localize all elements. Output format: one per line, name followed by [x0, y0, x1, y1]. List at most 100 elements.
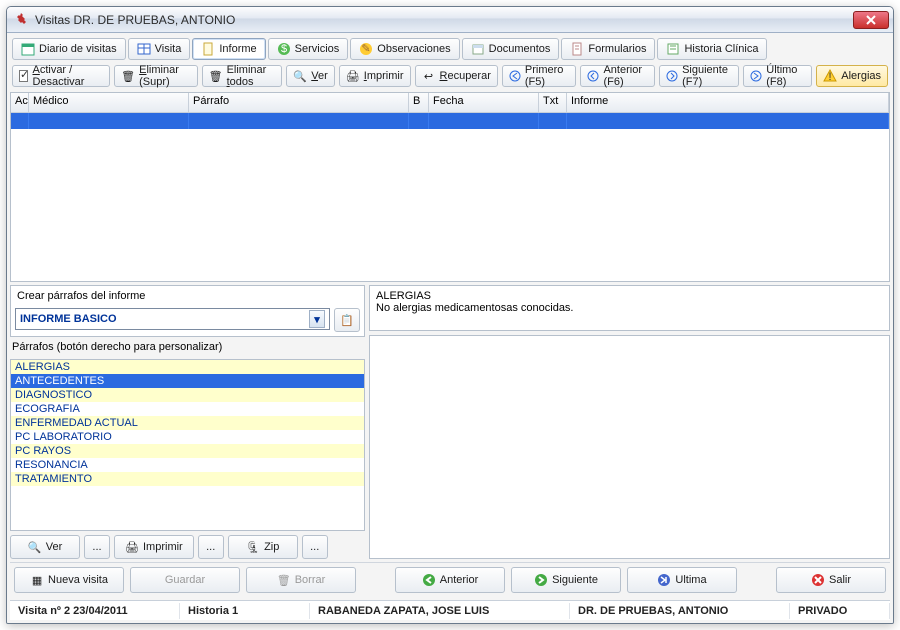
svg-text:!: ! [829, 71, 832, 83]
right-pane: ALERGIAS No alergias medicamentosas cono… [369, 285, 890, 559]
btn-label: Guardar [165, 574, 205, 586]
allergies-button[interactable]: !Alergias [816, 65, 888, 87]
delete-visit-button[interactable]: 🗑Borrar [246, 567, 356, 593]
list-item[interactable]: PC LABORATORIO [11, 430, 364, 444]
print-more-btn[interactable]: ... [198, 535, 224, 559]
list-item[interactable]: PC RAYOS [11, 444, 364, 458]
informe-combo[interactable]: INFORME BASICO ▾ [15, 308, 330, 330]
tab-formularios[interactable]: Formularios [561, 38, 655, 60]
zip-more-btn[interactable]: ... [302, 535, 328, 559]
btn-label: Anterior [440, 574, 479, 586]
btn-label: ctivar / Desactivar [32, 64, 84, 88]
tab-visita[interactable]: Visita [128, 38, 191, 60]
new-visit-button[interactable]: ▦Nueva visita [14, 567, 124, 593]
grid-row-selected[interactable] [11, 113, 889, 129]
bottom-bar: ▦Nueva visita Guardar 🗑Borrar Anterior S… [10, 562, 890, 597]
list-label: Párrafos (botón derecho para personaliza… [10, 341, 365, 355]
list-item[interactable]: RESONANCIA [11, 458, 364, 472]
left-pane: Crear párrafos del informe INFORME BASIC… [10, 285, 365, 559]
delete-button[interactable]: 🗑Eliminar (Supr) [114, 65, 197, 87]
col-parrafo[interactable]: Párrafo [189, 93, 409, 112]
clipboard-button[interactable]: 📋 [334, 308, 360, 332]
tab-informe[interactable]: Informe [192, 38, 265, 60]
col-fecha[interactable]: Fecha [429, 93, 539, 112]
first-button[interactable]: Primero (F5) [502, 65, 577, 87]
checkbox-icon [19, 70, 28, 82]
calendar-icon [21, 42, 35, 56]
next-icon [666, 69, 678, 83]
view-btn[interactable]: 🔍Ver [10, 535, 80, 559]
search-icon: 🔍 [293, 69, 307, 83]
titlebar: Visitas DR. DE PRUEBAS, ANTONIO [7, 7, 893, 33]
btn-label: Imprimir [143, 541, 183, 553]
list-item[interactable]: ENFERMEDAD ACTUAL [11, 416, 364, 430]
svg-text:$: $ [281, 43, 287, 55]
zip-icon: 🗜 [246, 540, 260, 554]
combo-value: INFORME BASICO [20, 313, 117, 325]
toggle-activate[interactable]: Activar / Desactivar [12, 65, 110, 87]
col-txt[interactable]: Txt [539, 93, 567, 112]
prev-visit-button[interactable]: Anterior [395, 567, 505, 593]
list-item[interactable]: DIAGNOSTICO [11, 388, 364, 402]
prev-button[interactable]: Anterior (F6) [580, 65, 655, 87]
tab-documentos[interactable]: Documentos [462, 38, 560, 60]
delete-all-button[interactable]: 🗑Eliminar todos [202, 65, 283, 87]
tab-label: Documentos [489, 43, 551, 55]
tab-observaciones[interactable]: ✎Observaciones [350, 38, 459, 60]
col-medico[interactable]: Médico [29, 93, 189, 112]
search-icon: 🔍 [28, 540, 42, 554]
tabstrip: Diario de visitas Visita Informe $ Servic… [10, 36, 890, 60]
status-visit: Visita nº 2 23/04/2011 [10, 603, 180, 619]
tab-historia[interactable]: Historia Clínica [657, 38, 767, 60]
zip-btn[interactable]: 🗜 Zip [228, 535, 298, 559]
btn-label: Anterior (F6) [603, 64, 648, 88]
app-window: Visitas DR. DE PRUEBAS, ANTONIO Diario d… [6, 6, 894, 624]
close-icon [811, 573, 825, 587]
trash-icon: 🗑 [121, 69, 135, 83]
note-icon: ✎ [359, 42, 373, 56]
view-more-btn[interactable]: ... [84, 535, 110, 559]
trash-icon: 🗑 [277, 573, 291, 587]
table-icon: ▦ [30, 573, 44, 587]
exit-button[interactable]: Salir [776, 567, 886, 593]
last-visit-button[interactable]: Ultima [627, 567, 737, 593]
svg-text:✎: ✎ [362, 43, 371, 55]
list-item[interactable]: ALERGIAS [11, 360, 364, 374]
document-icon [201, 42, 215, 56]
print-button[interactable]: 🖨Imprimir [339, 65, 411, 87]
print-btn[interactable]: 🖨Imprimir [114, 535, 194, 559]
recover-button[interactable]: ↩Recuperar [415, 65, 498, 87]
close-button[interactable] [853, 11, 889, 29]
grid-body [11, 129, 889, 281]
left-buttons: 🔍Ver ... 🖨Imprimir ... 🗜 Zip ... [10, 535, 365, 559]
status-doctor: DR. DE PRUEBAS, ANTONIO [570, 603, 790, 619]
list-item[interactable]: TRATAMIENTO [11, 472, 364, 486]
next-button[interactable]: Siguiente (F7) [659, 65, 739, 87]
content: Diario de visitas Visita Informe $ Servic… [7, 33, 893, 623]
btn-label: Primero (F5) [525, 64, 570, 88]
next-visit-button[interactable]: Siguiente [511, 567, 621, 593]
btn-label: Salir [829, 574, 851, 586]
col-informe[interactable]: Informe [567, 93, 889, 112]
save-button[interactable]: Guardar [130, 567, 240, 593]
report-editor[interactable] [369, 335, 890, 559]
view-button[interactable]: 🔍Ver [286, 65, 335, 87]
recover-icon: ↩ [422, 69, 436, 83]
report-grid[interactable]: Ac Médico Párrafo B Fecha Txt Informe [10, 92, 890, 282]
trash-all-icon: 🗑 [209, 69, 223, 83]
list-item[interactable]: ANTECEDENTES [11, 374, 364, 388]
last-button[interactable]: Último (F8) [743, 65, 812, 87]
tab-label: Diario de visitas [39, 43, 117, 55]
paragraph-list[interactable]: ALERGIAS ANTECEDENTES DIAGNOSTICO ECOGRA… [10, 359, 365, 531]
status-history: Historia 1 [180, 603, 310, 619]
tab-diario[interactable]: Diario de visitas [12, 38, 126, 60]
tab-label: Servicios [295, 43, 340, 55]
btn-label: Siguiente (F7) [682, 64, 732, 88]
col-ac[interactable]: Ac [11, 93, 29, 112]
list-item[interactable]: ECOGRAFIA [11, 402, 364, 416]
col-b[interactable]: B [409, 93, 429, 112]
tab-servicios[interactable]: $ Servicios [268, 38, 349, 60]
clipboard-icon: 📋 [340, 313, 354, 327]
dollar-icon: $ [277, 42, 291, 56]
btn-label: Zip [264, 541, 279, 553]
